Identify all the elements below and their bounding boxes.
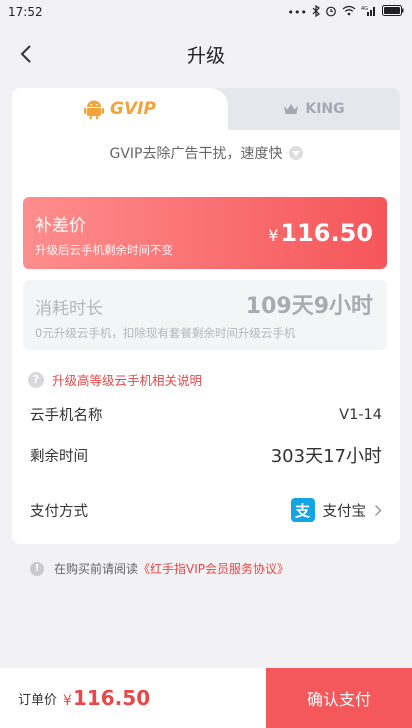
remaining-time-row: 剩余时间 303天17小时: [30, 442, 382, 468]
status-time: 17:52: [8, 5, 43, 19]
status-icons: ••• 4G: [287, 4, 404, 20]
order-currency: ¥: [63, 693, 72, 709]
phone-name-row: 云手机名称 V1-14: [30, 404, 382, 425]
currency-symbol: ¥: [268, 226, 279, 245]
bottom-bar: 订单价 ¥116.50 确认支付: [0, 668, 412, 728]
diff-price-value: 116.50: [280, 219, 373, 247]
order-price-amount: ¥116.50: [63, 686, 150, 710]
signal-icon: 4G: [361, 5, 377, 19]
back-button[interactable]: [14, 40, 38, 68]
status-bar: 17:52 ••• 4G: [0, 0, 412, 24]
payment-method-label: 支付方式: [30, 503, 88, 520]
tab-king-label: KING: [305, 101, 345, 117]
order-price: 订单价 ¥116.50: [0, 668, 266, 728]
tab-gvip[interactable]: GVIP: [12, 88, 228, 130]
question-icon: ?: [28, 371, 44, 388]
chevron-left-icon: [20, 45, 31, 63]
bluetooth-icon: [312, 4, 320, 20]
diff-price-amount: ¥116.50: [268, 219, 373, 247]
more-dots-icon: •••: [287, 5, 307, 19]
info-icon: !: [30, 561, 44, 576]
payment-method-name: 支付宝: [322, 503, 367, 520]
consume-time-subtitle: 0元升级云手机，扣除现有套餐剩余时间升级云手机: [35, 326, 296, 340]
crown-icon: [284, 104, 299, 114]
android-icon: [84, 100, 105, 120]
network-type: 4G: [361, 6, 368, 12]
tab-gvip-label: GVIP: [110, 99, 156, 119]
agreement-notice: ! 在购买前请阅读《红手指VIP会员服务协议》: [30, 560, 289, 577]
wifi-icon: [342, 5, 356, 19]
upgrade-help-link[interactable]: ? 升级高等级云手机相关说明: [28, 370, 202, 389]
agreement-link[interactable]: 《红手指VIP会员服务协议》: [138, 562, 289, 576]
plan-description-text: GVIP去除广告干扰，速度快: [109, 146, 283, 162]
title-bar: 升级: [0, 24, 412, 84]
phone-name-label: 云手机名称: [30, 408, 103, 424]
alipay-icon: 支: [290, 498, 315, 522]
page-title: 升级: [186, 44, 225, 67]
plan-tabs: GVIP KING: [12, 88, 400, 130]
payment-method-row[interactable]: 支付方式 支 支付宝: [30, 498, 382, 522]
chevron-right-icon: [374, 504, 382, 516]
plan-description[interactable]: GVIP去除广告干扰，速度快: [12, 130, 400, 176]
agreement-prefix: 在购买前请阅读: [54, 562, 139, 576]
phone-name-value: V1-14: [339, 406, 382, 423]
order-price-label: 订单价: [18, 692, 58, 708]
agreement-text: 在购买前请阅读《红手指VIP会员服务协议》: [54, 560, 289, 577]
confirm-payment-button[interactable]: 确认支付: [266, 668, 412, 728]
alarm-icon: [325, 5, 337, 20]
diff-price-option[interactable]: 补差价 升级后云手机剩余时间不变 ¥116.50: [23, 197, 387, 269]
payment-method-selector[interactable]: 支 支付宝: [290, 498, 383, 522]
upgrade-help-text: 升级高等级云手机相关说明: [52, 373, 203, 388]
order-price-value: 116.50: [72, 686, 151, 710]
consume-time-option[interactable]: 消耗时长 0元升级云手机，扣除现有套餐剩余时间升级云手机 109天9小时: [23, 280, 387, 350]
consume-time-value: 109天9小时: [245, 294, 373, 319]
tab-king[interactable]: KING: [228, 88, 400, 130]
upgrade-card: GVIP KING GVIP去除广告干扰，速度快 补差价 升级后云手机剩余时间不…: [12, 88, 400, 544]
battery-icon: [382, 5, 404, 19]
chevron-down-icon: [288, 146, 303, 160]
remaining-time-label: 剩余时间: [30, 448, 88, 465]
remaining-time-value: 303天17小时: [270, 446, 382, 467]
